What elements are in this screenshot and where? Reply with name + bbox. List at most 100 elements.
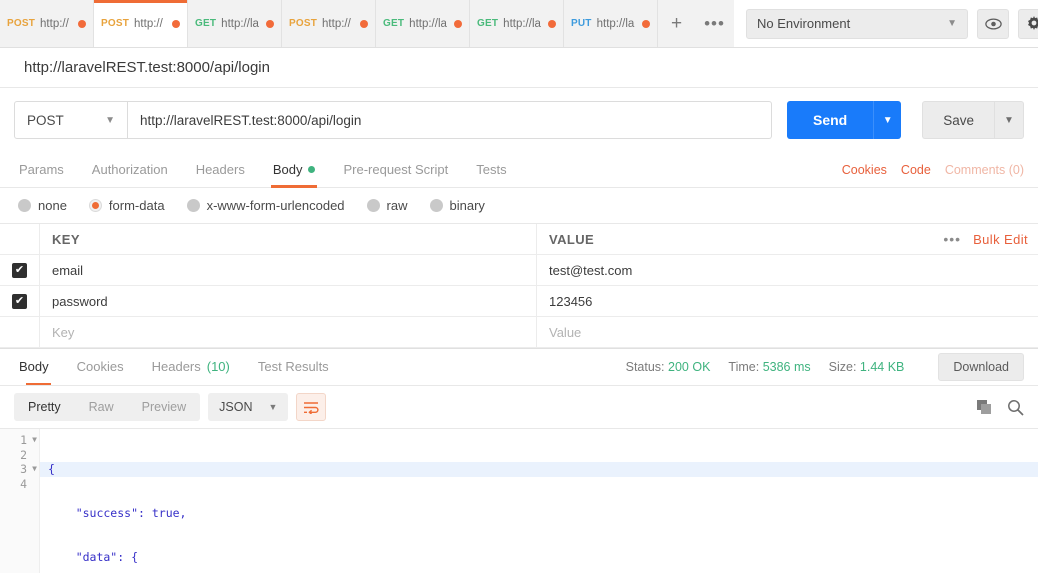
comments-link[interactable]: Comments (0) — [945, 163, 1024, 177]
status-label: Status: — [625, 360, 665, 374]
table-row: ✔ email test@test.com — [0, 255, 1038, 286]
response-tab-headers[interactable]: Headers (10) — [138, 349, 244, 385]
request-tab-5[interactable]: GET http://la — [376, 0, 470, 47]
send-options-button[interactable]: ▼ — [873, 101, 902, 139]
time-value: 5386 ms — [762, 360, 811, 374]
unsaved-dot-icon — [642, 19, 650, 28]
line-number: 3 ▼ — [20, 462, 37, 477]
request-tab-method: PUT — [571, 18, 592, 29]
checkbox-checked-icon: ✔ — [12, 262, 27, 278]
environment-selector-label: No Environment — [757, 16, 851, 31]
request-title: http://laravelREST.test:8000/api/login — [0, 48, 1038, 88]
request-tabs-scroll: POST http:// POST http:// GET http://la … — [0, 0, 734, 47]
row-value-input[interactable]: test@test.com — [537, 255, 1038, 285]
row-key-input[interactable]: email — [40, 255, 537, 285]
response-format-selector[interactable]: JSON ▼ — [208, 393, 289, 421]
body-type-none-label: none — [38, 198, 67, 213]
search-button[interactable] — [1007, 399, 1024, 416]
table-header-key: KEY — [40, 224, 537, 254]
row-key-input[interactable]: Key — [40, 317, 537, 347]
request-tab-method: GET — [195, 18, 217, 29]
request-tab-1[interactable]: POST http:// — [0, 0, 94, 47]
tab-more-options-button[interactable]: ••• — [696, 0, 734, 47]
tab-tests[interactable]: Tests — [462, 152, 520, 188]
fold-toggle-icon[interactable]: ▼ — [32, 462, 37, 477]
new-tab-button[interactable]: + — [658, 0, 696, 47]
download-button[interactable]: Download — [938, 353, 1024, 381]
view-mode-segmented-control: Pretty Raw Preview — [14, 393, 201, 421]
save-button[interactable]: Save — [922, 101, 994, 139]
table-row-empty: Key Value — [0, 317, 1038, 348]
response-code-text[interactable]: { "success": true, "data": { "token": "e… — [40, 429, 1038, 573]
request-tabs-right-links: Cookies Code Comments (0) — [842, 163, 1024, 177]
code-link[interactable]: Code — [901, 163, 931, 177]
response-tabs-bar: Body Cookies Headers (10) Test Results S… — [0, 348, 1038, 386]
tab-body[interactable]: Body — [259, 152, 330, 188]
code-line: "data": { — [48, 549, 139, 564]
search-icon — [1008, 399, 1024, 416]
response-tab-body[interactable]: Body — [14, 349, 63, 385]
request-tab-4[interactable]: POST http:// — [282, 0, 376, 47]
tab-tests-label: Tests — [476, 161, 507, 177]
request-tab-url: http:// — [322, 17, 351, 30]
body-type-none[interactable]: none — [18, 198, 67, 213]
request-tab-6[interactable]: GET http://la — [470, 0, 564, 47]
tab-params[interactable]: Params — [14, 152, 78, 188]
radio-icon — [366, 199, 380, 212]
response-tab-test-results[interactable]: Test Results — [244, 349, 343, 385]
body-type-urlencoded[interactable]: x-www-form-urlencoded — [186, 198, 345, 213]
row-checkbox[interactable] — [0, 317, 40, 347]
body-type-raw[interactable]: raw — [366, 198, 408, 213]
http-method-selector[interactable]: POST ▼ — [14, 101, 128, 139]
row-checkbox[interactable]: ✔ — [0, 286, 40, 316]
table-more-options-button[interactable]: ••• — [943, 231, 961, 247]
row-value-input[interactable]: 123456 — [537, 286, 1038, 316]
environment-quick-look-button[interactable] — [977, 8, 1009, 39]
size-badge: Size: 1.44 KB — [829, 360, 905, 374]
line-number — [0, 564, 39, 573]
environment-selector[interactable]: No Environment ▼ — [746, 8, 968, 39]
time-badge: Time: 5386 ms — [728, 360, 810, 374]
view-mode-raw[interactable]: Raw — [75, 393, 128, 421]
response-tab-cookies[interactable]: Cookies — [63, 349, 138, 385]
request-tab-2[interactable]: POST http:// — [94, 0, 188, 47]
response-body-viewer[interactable]: 1▼ 2 3▼ 4 { "success": true, "data": { "… — [0, 428, 1038, 573]
url-input[interactable]: http://laravelREST.test:8000/api/login — [128, 101, 772, 139]
tab-authorization[interactable]: Authorization — [78, 152, 182, 188]
row-key-input[interactable]: password — [40, 286, 537, 316]
bulk-edit-button[interactable]: Bulk Edit — [973, 232, 1028, 247]
word-wrap-button[interactable] — [296, 393, 327, 421]
response-tab-cookies-label: Cookies — [76, 359, 124, 374]
request-tab-method: POST — [101, 18, 130, 29]
table-header-checkbox-cell — [0, 224, 40, 254]
chevron-down-icon: ▼ — [947, 18, 957, 29]
save-group: Save ▼ — [922, 101, 1024, 139]
tab-headers[interactable]: Headers — [182, 152, 259, 188]
line-number: 1 ▼ — [20, 433, 37, 448]
row-checkbox[interactable]: ✔ — [0, 255, 40, 285]
body-modified-dot-icon — [308, 166, 316, 173]
response-actions — [976, 399, 1024, 416]
view-mode-pretty[interactable]: Pretty — [14, 393, 75, 421]
copy-icon — [977, 399, 991, 414]
request-tab-7[interactable]: PUT http://la — [564, 0, 658, 47]
request-tab-3[interactable]: GET http://la — [188, 0, 282, 47]
settings-button[interactable] — [1018, 8, 1038, 39]
body-type-binary[interactable]: binary — [429, 198, 485, 213]
body-type-form-data[interactable]: form-data — [88, 198, 165, 213]
request-section-tabs: Params Authorization Headers Body Pre-re… — [0, 152, 1038, 188]
status-badge: Status: 200 OK — [626, 360, 711, 374]
copy-button[interactable] — [976, 399, 993, 416]
cookies-link[interactable]: Cookies — [842, 163, 887, 177]
fold-toggle-icon[interactable]: ▼ — [32, 433, 37, 448]
row-value-input[interactable]: Value — [537, 317, 1038, 347]
unsaved-dot-icon — [360, 19, 368, 28]
save-options-button[interactable]: ▼ — [994, 101, 1024, 139]
body-type-binary-label: binary — [449, 198, 485, 213]
tab-pre-request-script-label: Pre-request Script — [343, 161, 449, 177]
tab-pre-request-script[interactable]: Pre-request Script — [329, 152, 462, 188]
line-number — [0, 521, 39, 536]
response-tab-body-label: Body — [19, 359, 49, 374]
send-button[interactable]: Send — [786, 101, 874, 139]
view-mode-preview[interactable]: Preview — [128, 393, 200, 421]
